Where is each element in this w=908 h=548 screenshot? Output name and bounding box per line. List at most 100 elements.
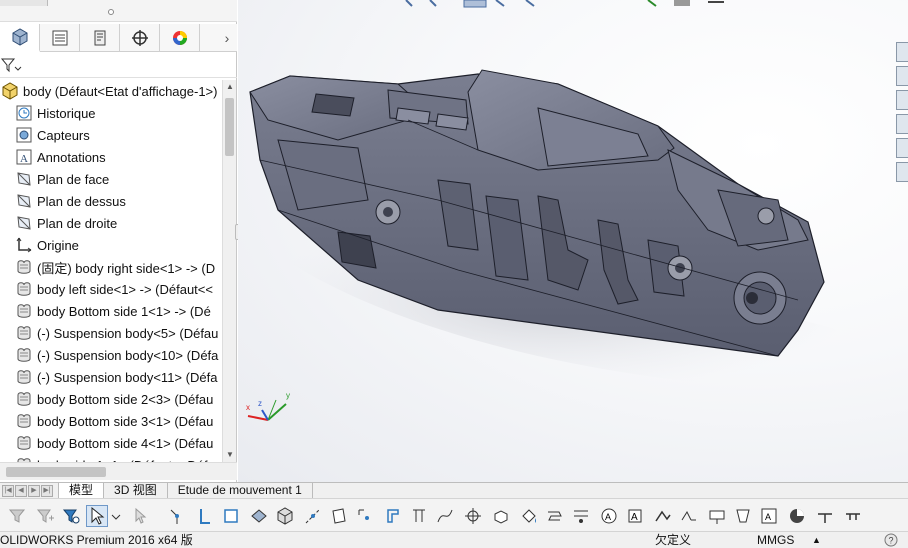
box-select-tool[interactable] <box>130 505 152 527</box>
select-paint-tool[interactable] <box>518 505 540 527</box>
task-pane-appearance-icon[interactable] <box>896 114 908 134</box>
task-pane-list-icon[interactable] <box>896 162 908 182</box>
tree-item-label: Origine <box>37 237 79 253</box>
tree-item[interactable]: body side 1<1> (Défaut<<Défa <box>0 454 222 462</box>
select-surface-tool[interactable] <box>248 505 270 527</box>
tree-vertical-scrollbar[interactable]: ▲ ▼ <box>222 80 236 462</box>
tree-item[interactable]: (-) Suspension body<11> (Défa <box>0 366 222 388</box>
select-centerline-tool[interactable] <box>842 505 864 527</box>
tree-root-item[interactable]: body (Défaut<Etat d'affichage-1>) <box>0 80 222 102</box>
task-pane-properties-icon[interactable] <box>896 138 908 158</box>
tree-item[interactable]: (固定) body right side<1> -> (D <box>0 256 222 278</box>
filter-settings-icon <box>62 509 80 524</box>
tree-item[interactable]: Plan de dessus <box>0 190 222 212</box>
last-tab-icon[interactable]: ▶| <box>41 484 53 497</box>
task-pane-library-icon[interactable] <box>896 90 908 110</box>
plane-icon <box>14 191 34 211</box>
tree-item[interactable]: (-) Suspension body<10> (Défa <box>0 344 222 366</box>
filter-icon[interactable] <box>0 57 22 75</box>
filter-items-tool[interactable] <box>34 505 56 527</box>
select-note-tool[interactable]: A <box>598 505 620 527</box>
filter-options-tool[interactable] <box>60 505 82 527</box>
tree-item[interactable]: Historique <box>0 102 222 124</box>
tab-model[interactable]: 模型 <box>58 483 105 498</box>
select-block-tool[interactable]: A <box>758 505 780 527</box>
filter-toggle-tool[interactable] <box>6 505 28 527</box>
select-reference-tool[interactable] <box>462 505 484 527</box>
units-caret-up-icon[interactable]: ▲ <box>812 532 821 548</box>
tab-featuremanager[interactable] <box>0 23 40 52</box>
select-tool[interactable] <box>86 505 108 527</box>
tab-display-manager[interactable] <box>160 23 200 52</box>
tree-item[interactable]: Plan de droite <box>0 212 222 234</box>
select-weld-tool[interactable] <box>652 505 674 527</box>
select-edge-tool[interactable] <box>194 505 216 527</box>
tree-item[interactable]: Origine <box>0 234 222 256</box>
plane-icon <box>14 169 34 189</box>
tree-filter-bar[interactable] <box>0 54 237 78</box>
block-icon: A <box>761 508 777 524</box>
first-tab-icon[interactable]: |◀ <box>2 484 14 497</box>
chassis-model[interactable] <box>249 69 825 357</box>
tab-configurationmanager[interactable] <box>80 23 120 52</box>
select-face-tool[interactable] <box>220 505 242 527</box>
scroll-down-icon[interactable]: ▼ <box>223 448 237 462</box>
tree-item[interactable]: (-) Suspension body<5> (Défau <box>0 322 222 344</box>
select-vertex-tool[interactable] <box>166 505 188 527</box>
select-curve-tool[interactable] <box>434 505 456 527</box>
panel-grip[interactable] <box>0 0 237 22</box>
scroll-thumb[interactable] <box>225 98 234 156</box>
select-axis-pin-tool[interactable] <box>814 505 836 527</box>
select-tolerance-tool[interactable] <box>732 505 754 527</box>
tree-item-label: (固定) body right side<1> -> (D <box>37 260 216 276</box>
tree-item[interactable]: A Annotations <box>0 146 222 168</box>
task-pane-resources-icon[interactable] <box>896 66 908 86</box>
select-datum-tool[interactable] <box>706 505 728 527</box>
tree-item[interactable]: body Bottom side 3<1> (Défau <box>0 410 222 432</box>
select-sketch-tool[interactable] <box>382 505 404 527</box>
unit-system[interactable]: MMGS <box>757 532 794 548</box>
select-dropdown[interactable] <box>110 505 122 527</box>
tab-motion-study[interactable]: Etude de mouvement 1 <box>168 483 313 498</box>
scroll-up-icon[interactable]: ▲ <box>223 80 237 94</box>
tree-item[interactable]: Plan de face <box>0 168 222 190</box>
collapsed-tab[interactable] <box>0 0 48 6</box>
definition-state: 欠定义 <box>655 533 692 547</box>
chevron-right-icon[interactable]: › <box>217 30 237 46</box>
select-sketch-point-tool[interactable] <box>570 505 592 527</box>
select-body-tool[interactable] <box>274 505 296 527</box>
plane-select-icon <box>332 508 346 524</box>
tree-item[interactable]: body left side<1> -> (Défaut<< <box>0 278 222 300</box>
select-surface-finish-tool[interactable] <box>678 505 700 527</box>
select-plane-tool[interactable] <box>328 505 350 527</box>
3d-model-view[interactable]: y z x <box>238 0 908 482</box>
select-loop-tool[interactable] <box>544 505 566 527</box>
filter-plus-icon <box>36 509 54 523</box>
select-annotation-tool[interactable]: A <box>624 505 646 527</box>
tab-propertymanager[interactable] <box>40 23 80 52</box>
select-dimension-tool[interactable] <box>408 505 430 527</box>
tree-item-label: Plan de dessus <box>37 193 126 209</box>
select-appearance-tool[interactable] <box>786 505 808 527</box>
part-icon <box>14 345 34 365</box>
graphics-area[interactable]: y z x <box>238 0 908 482</box>
help-icon[interactable]: ? <box>884 533 898 547</box>
tree-item[interactable]: body Bottom side 4<1> (Défau <box>0 432 222 454</box>
prev-tab-icon[interactable]: ◀ <box>15 484 27 497</box>
task-pane-home-icon[interactable] <box>896 42 908 62</box>
tab-3d-view[interactable]: 3D 视图 <box>104 483 168 498</box>
hscroll-thumb[interactable] <box>6 467 106 477</box>
panel-grip-dot-icon[interactable] <box>108 9 114 15</box>
tree-item[interactable]: body Bottom side 2<3> (Défau <box>0 388 222 410</box>
tree-horizontal-scrollbar[interactable] <box>0 462 237 480</box>
origin-icon <box>14 235 34 255</box>
select-component-tool[interactable] <box>490 505 512 527</box>
dimension-icon <box>413 509 425 522</box>
select-axis-tool[interactable] <box>302 505 324 527</box>
weld-icon <box>655 510 671 522</box>
tab-dimxpert[interactable] <box>120 23 160 52</box>
tree-item[interactable]: Capteurs <box>0 124 222 146</box>
next-tab-icon[interactable]: ▶ <box>28 484 40 497</box>
select-point-tool[interactable] <box>354 505 376 527</box>
tree-item[interactable]: body Bottom side 1<1> -> (Dé <box>0 300 222 322</box>
